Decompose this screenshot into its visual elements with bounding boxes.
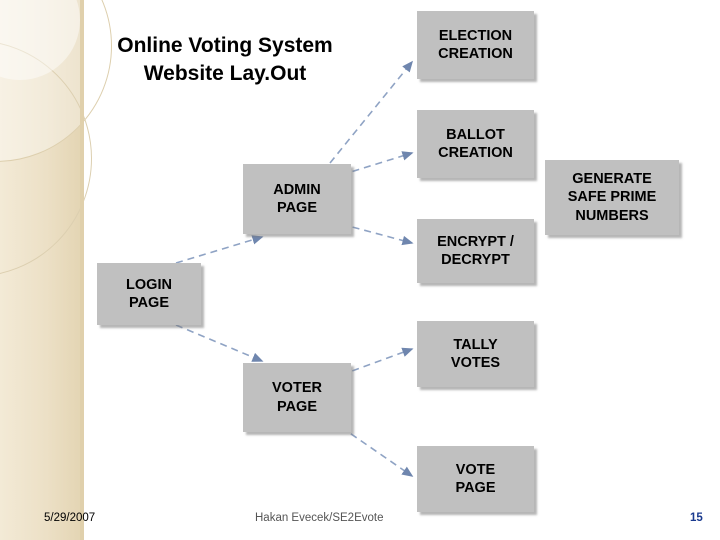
- edge-login-to-admin: [175, 235, 264, 264]
- node-ballot-creation[interactable]: BALLOT CREATION: [417, 110, 534, 178]
- node-vote-page-line2: PAGE: [455, 480, 496, 496]
- node-generate-safe-prime-line1: GENERATE: [572, 171, 652, 188]
- edge-admin-to-ballot-creation: [340, 151, 414, 176]
- node-ballot-creation-line1: BALLOT: [446, 126, 505, 143]
- node-generate-safe-prime-line3: NUMBERS: [575, 207, 649, 224]
- node-login-page[interactable]: LOGIN PAGE: [97, 263, 201, 325]
- node-login-page-line2: PAGE: [128, 295, 169, 311]
- node-ballot-creation-line2: CREATION: [438, 145, 513, 161]
- node-admin-page-line2: PAGE: [276, 200, 318, 216]
- node-vote-page[interactable]: VOTE PAGE: [417, 446, 534, 512]
- node-election-creation[interactable]: ELECTION CREATION: [417, 11, 534, 79]
- node-encrypt-decrypt-line1: ENCRYPT /: [437, 233, 514, 250]
- node-admin-page-line1: ADMIN: [273, 181, 321, 198]
- node-encrypt-decrypt[interactable]: ENCRYPT / DECRYPT: [417, 219, 534, 283]
- node-voter-page[interactable]: VOTER PAGE: [243, 363, 351, 432]
- node-election-creation-line1: ELECTION: [438, 27, 513, 44]
- edge-login-to-voter: [175, 324, 264, 362]
- edge-admin-to-encrypt-decrypt: [340, 223, 414, 246]
- footer-author: Hakan Evecek/SE2Evote: [255, 512, 384, 524]
- node-voter-page-line2: PAGE: [276, 398, 317, 415]
- node-admin-page[interactable]: ADMIN PAGE: [243, 164, 351, 234]
- node-login-page-line1: LOGIN: [126, 276, 172, 293]
- footer-page-number: 15: [690, 512, 703, 524]
- node-tally-votes-line2: VOTES: [450, 355, 501, 371]
- node-encrypt-decrypt-line2: DECRYPT: [441, 252, 510, 268]
- node-election-creation-line2: CREATION: [438, 46, 513, 62]
- node-generate-safe-prime-line2: SAFE PRIME: [567, 189, 657, 206]
- edge-voter-to-vote-page: [340, 426, 414, 477]
- page-title: Online Voting System Website Lay.Out: [60, 32, 390, 89]
- node-tally-votes-line1: TALLY: [453, 336, 498, 353]
- footer-date: 5/29/2007: [44, 512, 96, 524]
- node-generate-safe-prime-numbers[interactable]: GENERATE SAFE PRIME NUMBERS: [545, 160, 679, 235]
- node-vote-page-line1: VOTE: [455, 461, 496, 478]
- page-title-line-1: Online Voting System: [117, 34, 333, 57]
- edge-voter-to-tally-votes: [340, 347, 414, 376]
- node-tally-votes[interactable]: TALLY VOTES: [417, 321, 534, 387]
- node-voter-page-line1: VOTER: [272, 380, 322, 397]
- page-title-line-2: Website Lay.Out: [143, 62, 307, 86]
